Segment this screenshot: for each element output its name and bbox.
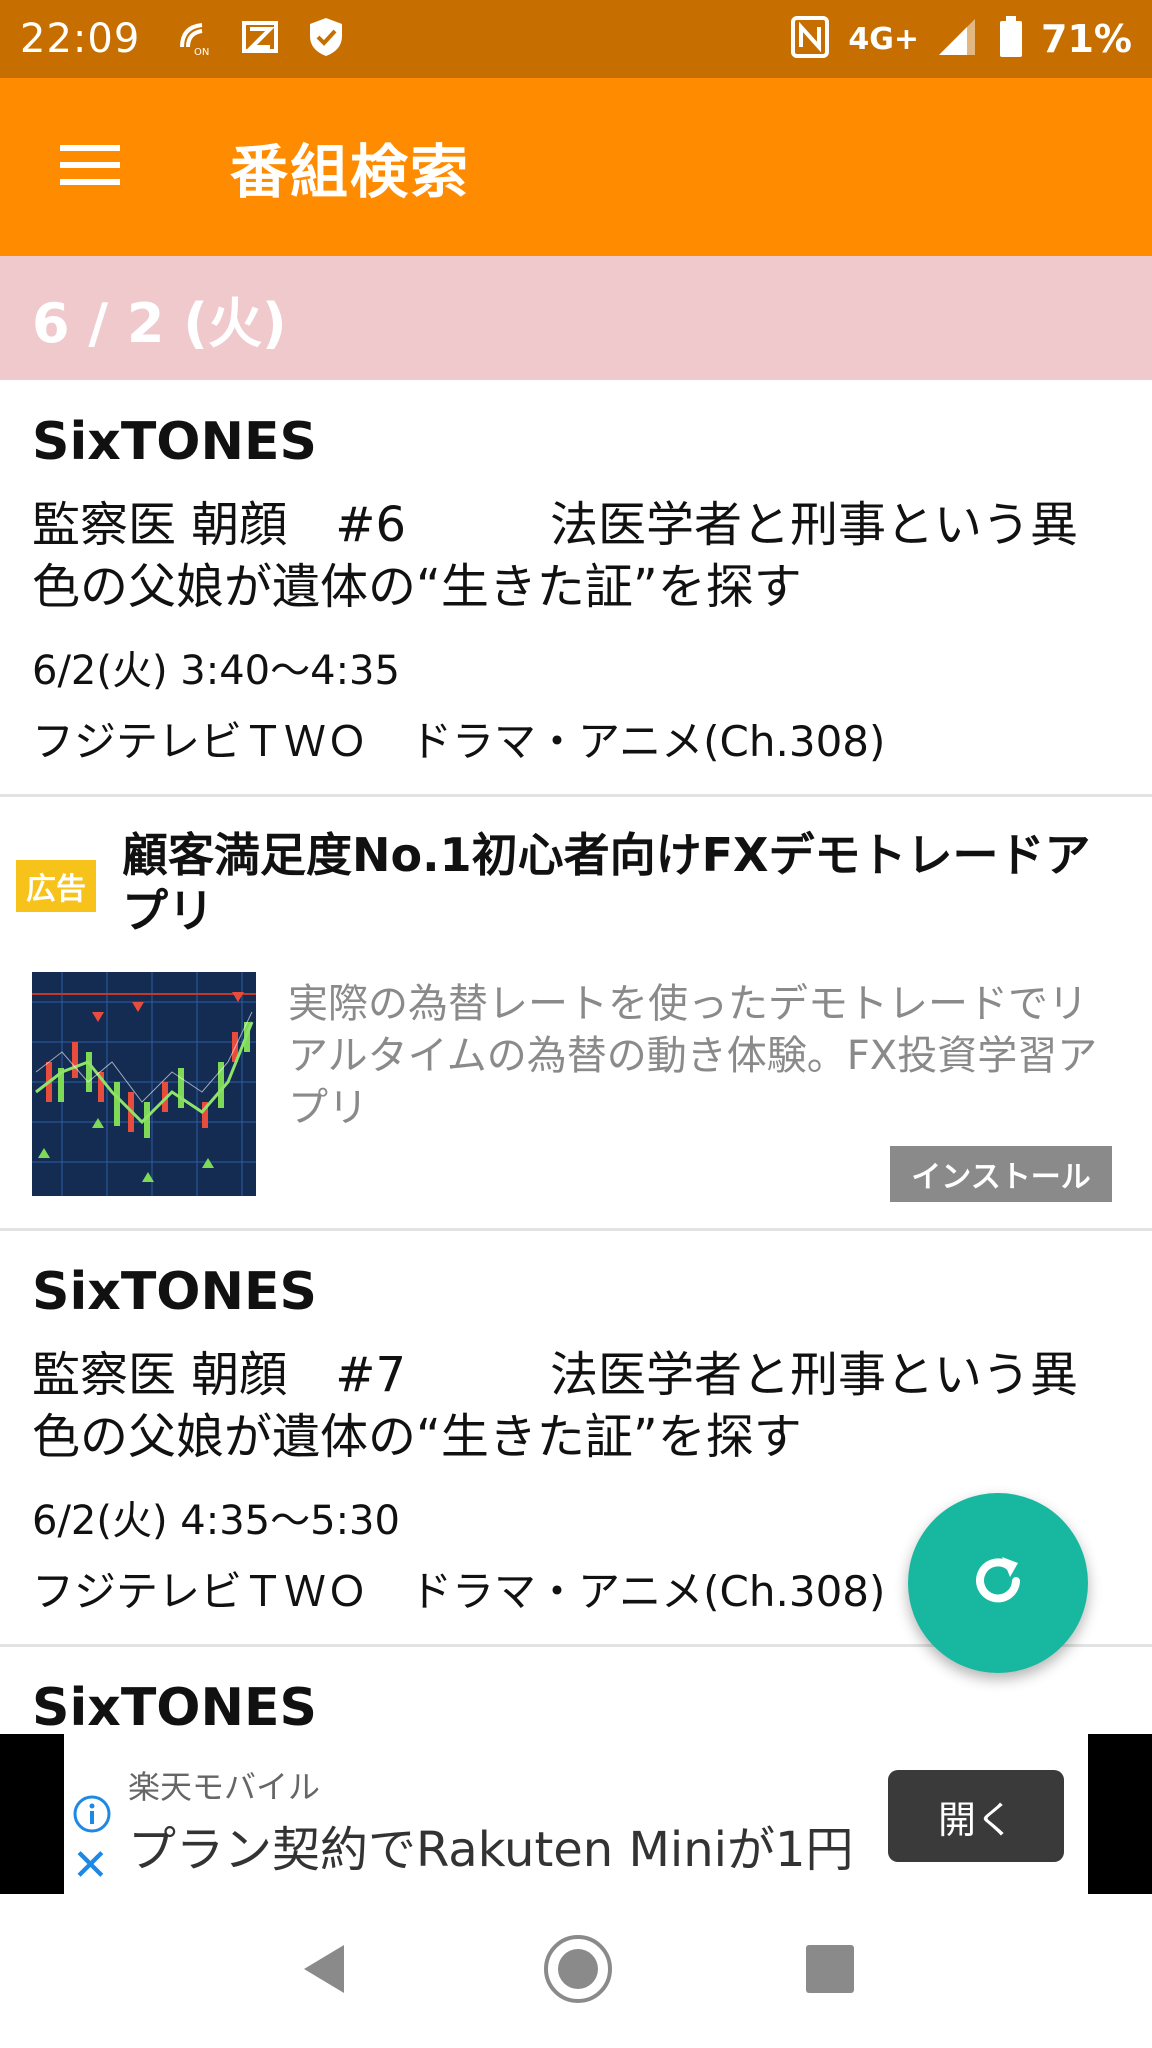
banner-text: プラン契約でRakuten Miniが1円 [128,1822,854,1878]
hamburger-menu-icon [60,143,120,191]
ad-title[interactable]: 顧客満足度No.1初心者向けFXデモトレードアプリ [122,827,1102,939]
install-button[interactable]: インストール [890,1146,1112,1202]
recents-icon[interactable] [802,1941,858,2001]
status-icons-left: ON [174,16,346,62]
program-title: 監察医 朝顔 #7 法医学者と刑事という異色の父娘が遺体の“生きた証”を探す [32,1347,1079,1465]
program-item[interactable]: SixTONES 監察医 朝顔 #6 法医学者と刑事という異色の父娘が遺体の“生… [0,410,1152,768]
status-time: 22:09 [20,16,141,62]
date-header: 6 / 2 (火) [0,256,1152,380]
program-group: SixTONES [32,1262,317,1322]
banner-ad[interactable]: ✕ 楽天モバイル プラン契約でRakuten Miniが1円 開く [64,1734,1088,1894]
status-bar: 22:09 ON 4G+ 71% [0,0,1152,78]
divider [0,1228,1152,1231]
program-item[interactable]: SixTONES [0,1676,1152,1734]
battery-icon [999,16,1023,62]
status-icons-right: 4G+ 71% [790,15,1132,63]
refresh-button[interactable] [908,1493,1088,1673]
signal-icon [937,17,981,61]
svg-text:ON: ON [194,47,209,57]
home-icon[interactable] [542,1933,614,2009]
date-label: 6 / 2 (火) [32,291,287,355]
info-icon[interactable] [72,1794,112,1838]
close-icon[interactable]: ✕ [72,1844,109,1888]
app-bar: 番組検索 [0,78,1152,256]
open-button[interactable]: 開く [888,1770,1064,1862]
shield-icon [306,16,346,62]
program-time: 6/2(火) 3:40〜4:35 [32,648,400,694]
ad-description: 実際の為替レートを使ったデモトレードでリアルタイムの為替の動き体験。FX投資学習… [288,981,1098,1131]
program-group: SixTONES [32,1678,317,1734]
banner-advertiser: 楽天モバイル [128,1768,321,1806]
ad-badge: 広告 [16,860,96,912]
network-type: 4G+ [848,21,920,57]
battery-percent: 71% [1041,17,1132,61]
program-group: SixTONES [32,412,317,472]
wifi-calling-icon: ON [174,17,214,61]
app-notification-icon [240,17,280,61]
program-title: 監察医 朝顔 #6 法医学者と刑事という異色の父娘が遺体の“生きた証”を探す [32,497,1079,615]
menu-button[interactable] [0,78,180,256]
ad-image[interactable] [32,972,256,1196]
refresh-icon [966,1549,1030,1617]
program-channel: フジテレビＴＷＯ ドラマ・アニメ(Ch.308) [32,717,886,766]
back-icon[interactable] [294,1939,354,2003]
navigation-bar [0,1894,1152,2048]
banner-ad-container: ✕ 楽天モバイル プラン契約でRakuten Miniが1円 開く [0,1734,1152,1894]
nfc-icon [790,15,830,63]
ad-badge-label: 広告 [16,860,96,912]
page-title: 番組検索 [230,138,471,206]
